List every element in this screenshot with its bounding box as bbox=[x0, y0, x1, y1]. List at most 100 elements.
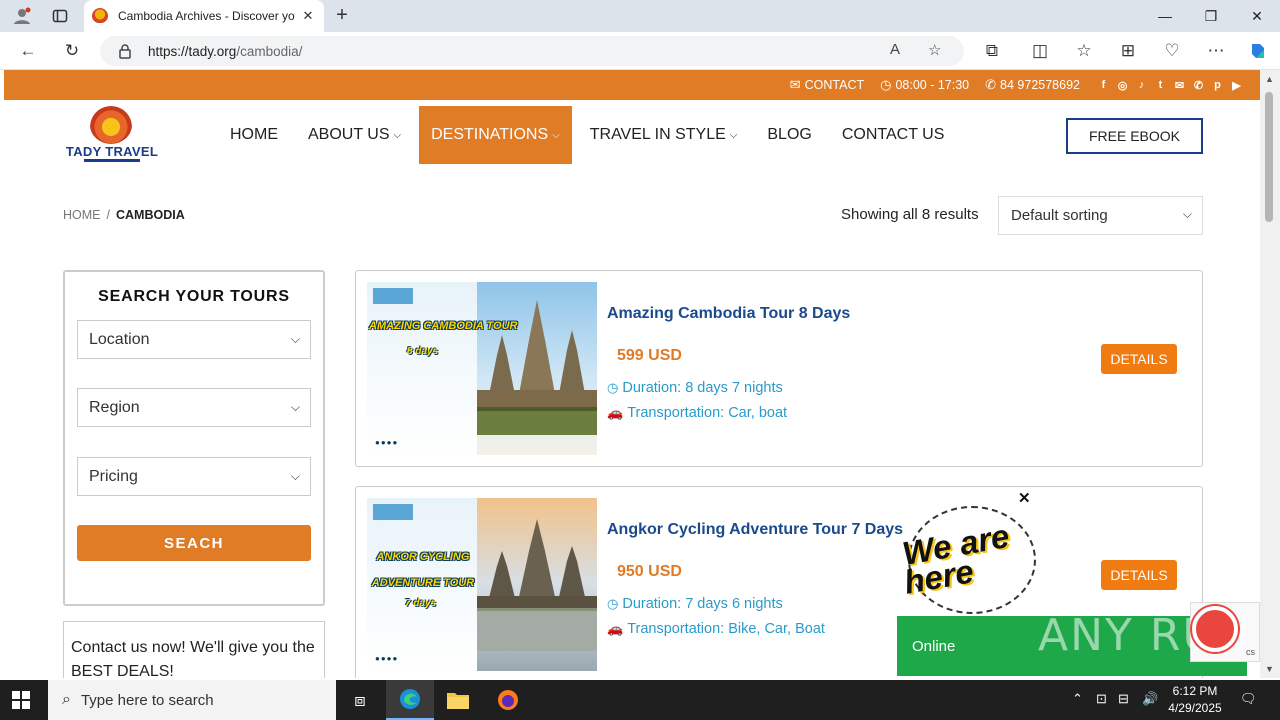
chevron-down-icon: ⌵ bbox=[552, 129, 560, 141]
thumb-days: 8 days bbox=[407, 346, 439, 357]
windows-start-icon[interactable] bbox=[12, 691, 30, 709]
browser-tab-active[interactable]: Cambodia Archives - Discover yo ✕ bbox=[84, 0, 324, 32]
edge-app-icon[interactable] bbox=[386, 680, 434, 720]
location-select[interactable]: Location ⌵ bbox=[77, 320, 311, 359]
close-chat-icon[interactable]: ✕ bbox=[1018, 489, 1031, 507]
results-count: Showing all 8 results bbox=[841, 206, 979, 223]
clock-time: 6:12 PM bbox=[1172, 684, 1218, 698]
scroll-down-icon[interactable]: ▼ bbox=[1265, 664, 1274, 674]
close-window-icon[interactable]: ✕ bbox=[1234, 0, 1280, 32]
firefox-icon[interactable] bbox=[484, 680, 532, 720]
region-select[interactable]: Region ⌵ bbox=[77, 388, 311, 427]
performance-icon[interactable]: ♡ bbox=[1158, 38, 1186, 64]
tour-price: 950 USD bbox=[617, 563, 682, 580]
file-explorer-icon[interactable] bbox=[434, 680, 482, 720]
thumb-social-dots: ●●●● bbox=[375, 654, 399, 663]
details-button[interactable]: DETAILS bbox=[1101, 560, 1177, 590]
tray-device-icon[interactable]: ⊡ bbox=[1096, 691, 1107, 707]
car-icon: 🚗 bbox=[607, 621, 624, 636]
tab-actions-icon[interactable] bbox=[46, 4, 74, 28]
breadcrumb-current: CAMBODIA bbox=[115, 208, 185, 222]
instagram-icon[interactable]: ◎ bbox=[1113, 79, 1132, 92]
menu-about-us[interactable]: ABOUT US ⌵ bbox=[296, 106, 413, 164]
tray-chevron-icon[interactable]: ⌃ bbox=[1072, 691, 1083, 707]
thumb-logo-tag bbox=[373, 288, 413, 304]
refresh-icon[interactable]: ↻ bbox=[58, 38, 86, 64]
tour-thumbnail[interactable]: AMAZING CAMBODIA TOUR 8 days ●●●● bbox=[367, 282, 597, 455]
restore-icon[interactable]: ❐ bbox=[1188, 0, 1234, 32]
tour-duration: ◷ Duration: 8 days 7 nights bbox=[607, 380, 783, 396]
contact-link[interactable]: ✉ CONTACT bbox=[790, 77, 864, 93]
menu-home[interactable]: HOME bbox=[218, 106, 290, 164]
network-icon[interactable]: ⊟ bbox=[1118, 691, 1129, 707]
breadcrumb-separator: / bbox=[106, 208, 110, 222]
search-tours-title: SEARCH YOUR TOURS bbox=[98, 288, 290, 305]
youtube-icon[interactable]: ▶ bbox=[1227, 79, 1246, 92]
copilot-icon[interactable] bbox=[1244, 38, 1272, 64]
pinterest-icon[interactable]: p bbox=[1208, 79, 1227, 92]
tiktok-icon[interactable]: ♪ bbox=[1132, 79, 1151, 92]
notification-bell-icon[interactable] bbox=[1192, 606, 1238, 652]
tour-transport-text: Transportation: Car, boat bbox=[627, 405, 788, 421]
menu-contact-us[interactable]: CONTACT US bbox=[830, 106, 957, 164]
search-tours-panel: SEARCH YOUR TOURS Location ⌵ Region ⌵ Pric… bbox=[63, 270, 325, 606]
menu-blog[interactable]: BLOG bbox=[755, 106, 823, 164]
menu-contact-label: CONTACT US bbox=[841, 126, 945, 143]
more-menu-icon[interactable]: ⋯ bbox=[1202, 38, 1230, 64]
favorite-star-icon[interactable]: ☆ bbox=[928, 41, 941, 59]
facebook-icon[interactable]: f bbox=[1094, 79, 1113, 92]
tour-thumbnail[interactable]: ANKOR CYCLING ADVENTURE TOUR 7 days ●●●● bbox=[367, 498, 597, 671]
site-logo[interactable]: TADY TRAVEL bbox=[62, 106, 162, 164]
chevron-down-icon: ⌵ bbox=[1182, 207, 1192, 221]
site-favicon-icon bbox=[92, 8, 108, 24]
tour-transport: 🚗 Transportation: Car, boat bbox=[607, 405, 787, 421]
twitter-icon[interactable]: t bbox=[1151, 79, 1170, 92]
favorites-icon[interactable]: ☆ bbox=[1070, 38, 1098, 64]
menu-destinations[interactable]: DESTINATIONS ⌵ bbox=[419, 106, 572, 164]
scroll-up-icon[interactable]: ▲ bbox=[1265, 74, 1274, 84]
menu-home-label: HOME bbox=[230, 126, 278, 143]
notifications-icon[interactable]: 🗨 bbox=[1240, 691, 1257, 707]
whatsapp-icon[interactable]: ✆ bbox=[1189, 79, 1208, 92]
main-menu: HOME ABOUT US ⌵ DESTINATIONS ⌵ TRAVEL IN S… bbox=[218, 106, 962, 164]
region-value: Region bbox=[89, 398, 140, 416]
tour-duration-text: Duration: 7 days 6 nights bbox=[622, 596, 783, 612]
extensions-icon[interactable]: ⧉ bbox=[978, 38, 1006, 64]
breadcrumb: HOME / CAMBODIA bbox=[63, 208, 185, 222]
task-view-icon[interactable]: ⧈ bbox=[336, 680, 384, 720]
sort-select[interactable]: Default sorting ⌵ bbox=[998, 196, 1203, 235]
address-bar[interactable]: https://tady.org/cambodia/ A ☆ bbox=[100, 36, 964, 66]
menu-travel-in-style[interactable]: TRAVEL IN STYLE ⌵ bbox=[578, 106, 750, 164]
angkor-temple-image bbox=[477, 519, 597, 651]
profile-icon[interactable] bbox=[8, 4, 36, 28]
chat-we-are-here-badge[interactable]: We are here bbox=[896, 506, 1041, 614]
details-button[interactable]: DETAILS bbox=[1101, 344, 1177, 374]
browser-tab-bar: Cambodia Archives - Discover yo ✕ + — ❐ … bbox=[0, 0, 1280, 32]
phone-link[interactable]: ✆ 84 972578692 bbox=[985, 77, 1080, 93]
windows-taskbar: ⌕ Type here to search ⧈ ⌃ ⊡ ⊟ 🔊 6:12 PM … bbox=[0, 680, 1280, 720]
taskbar-clock[interactable]: 6:12 PM 4/29/2025 bbox=[1164, 683, 1226, 717]
collections-icon[interactable]: ⊞ bbox=[1114, 38, 1142, 64]
thumb-social-dots: ●●●● bbox=[375, 438, 399, 447]
search-button[interactable]: SEACH bbox=[77, 525, 311, 561]
volume-icon[interactable]: 🔊 bbox=[1142, 691, 1158, 707]
scrollbar-thumb[interactable] bbox=[1265, 92, 1273, 222]
breadcrumb-home[interactable]: HOME bbox=[63, 208, 101, 222]
pricing-select[interactable]: Pricing ⌵ bbox=[77, 457, 311, 496]
split-screen-icon[interactable]: ◫ bbox=[1026, 38, 1054, 64]
taskbar-search[interactable]: ⌕ Type here to search bbox=[48, 680, 336, 720]
tour-title[interactable]: Amazing Cambodia Tour 8 Days bbox=[607, 305, 850, 323]
back-icon[interactable]: ← bbox=[14, 38, 42, 64]
new-tab-icon[interactable]: + bbox=[330, 4, 354, 28]
logo-tagline-bar bbox=[84, 159, 140, 162]
free-ebook-button[interactable]: FREE EBOOK bbox=[1066, 118, 1203, 154]
close-tab-icon[interactable]: ✕ bbox=[300, 8, 316, 24]
read-aloud-icon[interactable]: A bbox=[890, 41, 900, 58]
chat-status: Online bbox=[912, 638, 956, 655]
minimize-icon[interactable]: — bbox=[1142, 0, 1188, 32]
page-scrollbar[interactable]: ▲ ▼ bbox=[1260, 70, 1280, 678]
tour-title[interactable]: Angkor Cycling Adventure Tour 7 Days bbox=[607, 521, 903, 539]
email-icon[interactable]: ✉ bbox=[1170, 79, 1189, 92]
url-text: https://tady.org/cambodia/ bbox=[148, 43, 303, 59]
clock-icon: ◷ bbox=[607, 596, 619, 611]
